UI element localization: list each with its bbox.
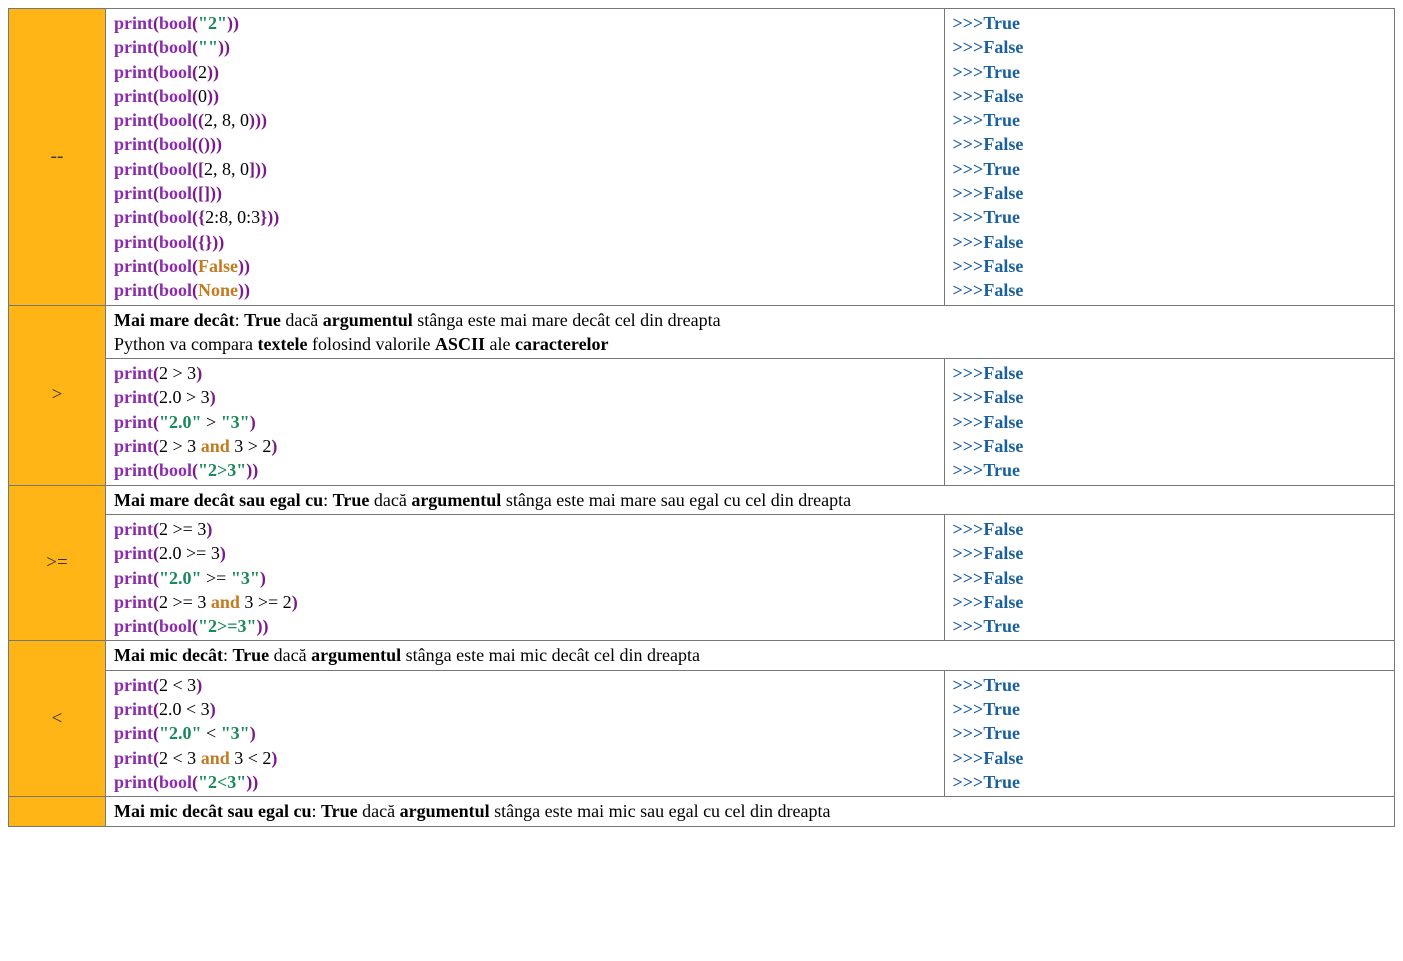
output-line: >>>False bbox=[953, 385, 1386, 409]
operator-symbol: >= bbox=[9, 485, 106, 641]
output-line: >>>False bbox=[953, 84, 1386, 108]
operators-table: --print(bool("2"))print(bool(""))print(b… bbox=[8, 8, 1395, 827]
code-line: print(bool("2>=3")) bbox=[114, 614, 936, 638]
output-line: >>>True bbox=[953, 697, 1386, 721]
output-line: >>>False bbox=[953, 278, 1386, 302]
output-line: >>>False bbox=[953, 517, 1386, 541]
code-line: print(2 < 3 and 3 < 2) bbox=[114, 746, 936, 770]
code-line: print(bool("2>3")) bbox=[114, 458, 936, 482]
output-line: >>>False bbox=[953, 566, 1386, 590]
output-line: >>>True bbox=[953, 614, 1386, 638]
output-line: >>>True bbox=[953, 205, 1386, 229]
code-line: print(bool("2")) bbox=[114, 11, 936, 35]
operator-description: Mai mare decât: True dacă argumentul stâ… bbox=[106, 305, 1395, 359]
operator-description: Mai mare decât sau egal cu: True dacă ar… bbox=[106, 485, 1395, 514]
output-line: >>>True bbox=[953, 157, 1386, 181]
code-line: print("2.0" >= "3") bbox=[114, 566, 936, 590]
code-line: print(2 >= 3 and 3 >= 2) bbox=[114, 590, 936, 614]
code-cell: print(2 >= 3)print(2.0 >= 3)print("2.0" … bbox=[106, 514, 945, 640]
code-line: print(bool({2:8, 0:3})) bbox=[114, 205, 936, 229]
code-line: print(2.0 > 3) bbox=[114, 385, 936, 409]
code-line: print(bool(())) bbox=[114, 132, 936, 156]
output-line: >>>False bbox=[953, 541, 1386, 565]
output-line: >>>False bbox=[953, 230, 1386, 254]
code-line: print(bool([2, 8, 0])) bbox=[114, 157, 936, 181]
operator-symbol: < bbox=[9, 641, 106, 797]
output-line: >>>False bbox=[953, 132, 1386, 156]
operator-symbol: > bbox=[9, 305, 106, 485]
code-line: print(2 > 3 and 3 > 2) bbox=[114, 434, 936, 458]
output-cell: >>>False>>>False>>>False>>>False>>>True bbox=[944, 514, 1394, 640]
output-line: >>>True bbox=[953, 770, 1386, 794]
operator-description: Mai mic decât: True dacă argumentul stân… bbox=[106, 641, 1395, 670]
output-line: >>>True bbox=[953, 458, 1386, 482]
code-cell: print(2 > 3)print(2.0 > 3)print("2.0" > … bbox=[106, 359, 945, 485]
operator-description: Mai mic decât sau egal cu: True dacă arg… bbox=[106, 797, 1395, 826]
output-line: >>>False bbox=[953, 361, 1386, 385]
code-line: print(2.0 >= 3) bbox=[114, 541, 936, 565]
output-line: >>>False bbox=[953, 35, 1386, 59]
code-line: print(bool((2, 8, 0))) bbox=[114, 108, 936, 132]
output-line: >>>False bbox=[953, 181, 1386, 205]
output-line: >>>False bbox=[953, 746, 1386, 770]
output-line: >>>True bbox=[953, 11, 1386, 35]
output-line: >>>False bbox=[953, 434, 1386, 458]
code-line: print(2 >= 3) bbox=[114, 517, 936, 541]
code-cell: print(bool("2"))print(bool(""))print(boo… bbox=[106, 9, 945, 306]
code-line: print(bool("")) bbox=[114, 35, 936, 59]
code-line: print(2 < 3) bbox=[114, 673, 936, 697]
output-line: >>>True bbox=[953, 60, 1386, 84]
code-line: print(bool(0)) bbox=[114, 84, 936, 108]
output-line: >>>False bbox=[953, 410, 1386, 434]
code-cell: print(2 < 3)print(2.0 < 3)print("2.0" < … bbox=[106, 670, 945, 796]
output-line: >>>False bbox=[953, 590, 1386, 614]
output-cell: >>>False>>>False>>>False>>>False>>>True bbox=[944, 359, 1394, 485]
code-line: print(bool(2)) bbox=[114, 60, 936, 84]
code-line: print("2.0" > "3") bbox=[114, 410, 936, 434]
code-line: print(bool([])) bbox=[114, 181, 936, 205]
operator-symbol bbox=[9, 797, 106, 826]
code-line: print("2.0" < "3") bbox=[114, 721, 936, 745]
output-cell: >>>True>>>False>>>True>>>False>>>True>>>… bbox=[944, 9, 1394, 306]
output-line: >>>True bbox=[953, 673, 1386, 697]
code-line: print(2.0 < 3) bbox=[114, 697, 936, 721]
code-line: print(bool(False)) bbox=[114, 254, 936, 278]
code-line: print(bool("2<3")) bbox=[114, 770, 936, 794]
output-cell: >>>True>>>True>>>True>>>False>>>True bbox=[944, 670, 1394, 796]
output-line: >>>False bbox=[953, 254, 1386, 278]
output-line: >>>True bbox=[953, 108, 1386, 132]
operator-symbol: -- bbox=[9, 9, 106, 306]
code-line: print(2 > 3) bbox=[114, 361, 936, 385]
output-line: >>>True bbox=[953, 721, 1386, 745]
code-line: print(bool(None)) bbox=[114, 278, 936, 302]
code-line: print(bool({})) bbox=[114, 230, 936, 254]
